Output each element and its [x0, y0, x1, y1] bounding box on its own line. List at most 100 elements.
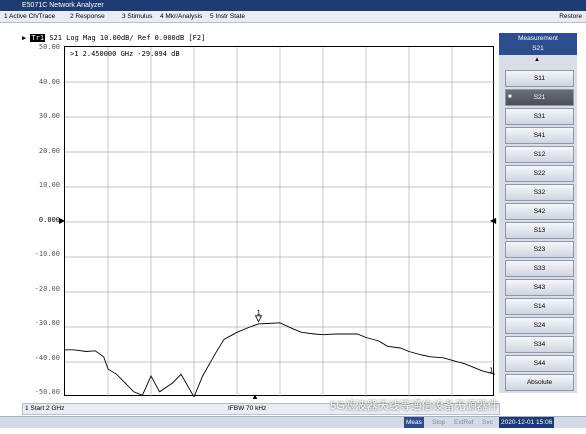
marker-1-label: 1 — [257, 309, 261, 317]
menu-item-stimulus[interactable]: 3 Stimulus — [122, 11, 152, 22]
trace-point — [73, 349, 74, 351]
y-tick-label: -30.00 — [34, 319, 60, 327]
trace-point — [94, 350, 96, 352]
trace-point — [378, 340, 380, 342]
ref-level-right-arrow-icon: ◀ — [490, 216, 497, 225]
trace-end-label: 1 — [489, 366, 493, 374]
y-tick-label: 0.000 — [38, 215, 60, 224]
softkey-s41[interactable]: S41 — [505, 127, 574, 144]
trace-point — [86, 351, 87, 352]
y-tick-label: -20.00 — [34, 284, 60, 293]
menu-item-active-ch[interactable]: 1 Active Ch/Trace — [4, 11, 55, 22]
trace-point — [473, 366, 474, 368]
softkey-s42[interactable]: S42 — [505, 203, 574, 220]
trace-point — [124, 382, 126, 384]
softkey-s34[interactable]: S34 — [505, 336, 574, 353]
softkey-s43[interactable]: S43 — [505, 279, 574, 296]
y-tick-label: -10.00 — [34, 250, 60, 258]
status-svc: Svc — [482, 419, 493, 426]
restore-button[interactable]: Restore — [559, 11, 582, 22]
trace-point — [301, 331, 302, 333]
trace-tag[interactable]: Tr1 — [30, 34, 46, 42]
active-marker-arrow-icon: ▲ — [251, 392, 259, 401]
softkey-s12[interactable]: S12 — [505, 146, 574, 163]
menu-item-response[interactable]: 2 Response — [70, 11, 105, 22]
trace-point — [172, 382, 173, 384]
trace-point — [430, 356, 431, 358]
softkey-s14[interactable]: S14 — [505, 298, 574, 315]
ref-level-left-arrow-icon: ▶ — [59, 216, 66, 225]
trace-point — [335, 333, 337, 335]
selected-bullet-icon: ■ — [508, 94, 512, 100]
trace-point — [133, 391, 135, 393]
softkey-s21[interactable]: S21 — [505, 89, 574, 106]
trace-point — [387, 345, 388, 347]
trace-point — [292, 328, 294, 330]
trace-point — [249, 326, 251, 328]
softkey-s22[interactable]: S22 — [505, 165, 574, 182]
trace-settings-text: S21 Log Mag 10.00dB/ Ref 0.000dB [F2] — [49, 34, 206, 42]
y-tick-label: 50.00 — [38, 43, 60, 51]
marker-readout: >1 2.450000 GHz -29.094 dB — [70, 50, 180, 58]
trace-point — [159, 391, 160, 393]
softkey-header-title: Measurement — [518, 35, 558, 42]
trace-point — [400, 347, 401, 349]
softkey-header-value: S21 — [532, 45, 544, 52]
status-extref: ExtRef — [454, 419, 474, 426]
trace-arrow-icon: ▶ — [22, 34, 27, 42]
trace-point — [150, 375, 152, 377]
trace-point — [421, 354, 423, 356]
instrument-status-bar: Meas Stop ExtRef Svc 2020-12-01 15:06 — [0, 416, 586, 428]
menu-bar: 1 Active Ch/Trace 2 Response 3 Stimulus … — [0, 11, 586, 23]
window-title: E5071C Network Analyzer — [22, 2, 104, 9]
trace-point — [344, 333, 345, 335]
menu-item-mkr-analysis[interactable]: 4 Mkr/Analysis — [160, 11, 202, 22]
softkey-s11[interactable]: S11 — [505, 70, 574, 87]
softkey-s32[interactable]: S32 — [505, 184, 574, 201]
trace-point — [116, 373, 117, 375]
softkey-s24[interactable]: S24 — [505, 317, 574, 334]
status-meas: Meas — [404, 417, 424, 428]
trace-point — [481, 370, 483, 372]
trace-point — [103, 356, 104, 358]
trace-point — [357, 333, 358, 335]
softkey-absolute[interactable]: Absolute — [505, 374, 574, 391]
trace-point — [266, 323, 268, 324]
trace-point — [107, 368, 109, 370]
trace-point — [451, 359, 453, 361]
softkey-s33[interactable]: S33 — [505, 260, 574, 277]
y-tick-label: 20.00 — [38, 146, 60, 155]
trace-point — [258, 323, 259, 325]
title-bar: E5071C Network Analyzer — [0, 0, 586, 11]
status-stop: Stop — [432, 419, 446, 426]
trace-point — [408, 351, 410, 352]
trace-point — [236, 331, 238, 333]
start-frequency: 1 Start 2 GHz — [25, 405, 65, 412]
trace-point — [202, 375, 203, 377]
trace-point — [443, 357, 444, 359]
plot-area[interactable]: 11 — [64, 46, 495, 397]
trace-point — [223, 338, 225, 340]
trace-point — [279, 322, 281, 324]
softkey-s23[interactable]: S23 — [505, 241, 574, 258]
menu-item-instr-state[interactable]: 5 Instr State — [210, 11, 245, 22]
measurement-softkey-panel: Measurement S21 ▲ S11 S21 ■ S31 S41 S12 S22 S32… — [499, 33, 577, 393]
y-tick-label: 30.00 — [38, 112, 60, 120]
softkey-header: Measurement S21 — [499, 33, 577, 55]
softkey-s13[interactable]: S13 — [505, 222, 574, 239]
trace-point — [180, 373, 182, 375]
y-tick-label: -50.00 — [34, 388, 60, 396]
scroll-up-icon[interactable]: ▲ — [534, 57, 540, 63]
status-datetime: 2020-12-01 15:06 — [499, 417, 555, 428]
softkey-s31[interactable]: S31 — [505, 108, 574, 125]
trace-point — [314, 333, 315, 335]
trace-point — [215, 352, 216, 354]
trace-point — [322, 334, 324, 336]
watermark-text: 5G滤波器天线等通信设备无源器件 — [330, 400, 499, 412]
trace-point — [142, 394, 143, 396]
s21-chart: 11 — [65, 47, 495, 397]
softkey-s44[interactable]: S44 — [505, 355, 574, 372]
y-tick-label: 10.00 — [38, 181, 60, 189]
trace-point — [365, 337, 367, 338]
y-tick-label: 40.00 — [38, 77, 60, 86]
